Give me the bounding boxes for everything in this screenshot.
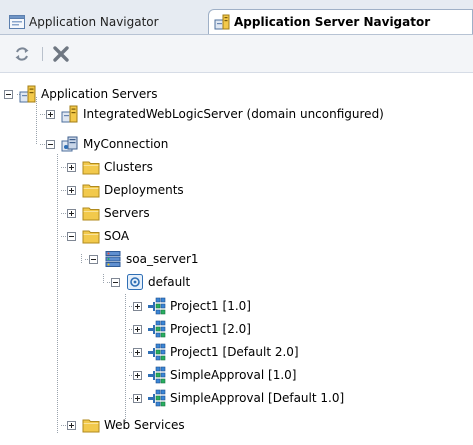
tree-node-project1-default-2-0[interactable]: Project1 [Default 2.0] xyxy=(133,342,299,362)
tree-node-label: Project1 [Default 2.0] xyxy=(170,345,299,359)
collapse-toggle[interactable] xyxy=(67,231,76,241)
tab-application-navigator[interactable]: Application Navigator xyxy=(4,9,200,34)
tree-node-soa-server1[interactable]: soa_server1 xyxy=(89,249,199,269)
delete-x-icon[interactable] xyxy=(52,45,70,63)
tree-node-label: Project1 [1.0] xyxy=(170,299,251,313)
server-stack-icon xyxy=(61,105,78,123)
expand-toggle[interactable] xyxy=(46,109,55,119)
application-navigator-icon xyxy=(9,14,25,29)
tree-node-label: Deployments xyxy=(104,183,184,197)
expand-toggle[interactable] xyxy=(133,370,142,380)
tree-node-label: Servers xyxy=(104,206,150,220)
tree-node-label: default xyxy=(148,275,191,289)
composite-icon xyxy=(148,343,166,361)
tree-node-deployments[interactable]: Deployments xyxy=(67,180,184,200)
tree-node-myconnection[interactable]: MyConnection xyxy=(46,134,168,154)
tab-application-navigator-label: Application Navigator xyxy=(29,14,159,29)
folder-icon xyxy=(82,184,100,198)
tree-node-label: Project1 [2.0] xyxy=(170,322,251,336)
navigator-toolbar xyxy=(0,35,473,73)
toolbar-separator xyxy=(42,47,43,61)
tree-node-application-servers[interactable]: Application Servers xyxy=(4,84,157,104)
tree-node-soa[interactable]: SOA xyxy=(67,226,129,246)
application-server-navigator-icon xyxy=(214,14,230,30)
tree-node-servers[interactable]: Servers xyxy=(67,203,150,223)
collapse-toggle[interactable] xyxy=(89,254,98,264)
composite-icon xyxy=(148,389,166,407)
tree-node-label: SOA xyxy=(104,229,130,243)
composite-icon xyxy=(148,366,166,384)
tree-node-project1-1-0[interactable]: Project1 [1.0] xyxy=(133,296,251,316)
expand-toggle[interactable] xyxy=(133,347,142,357)
tree-node-web-services[interactable]: Web Services xyxy=(67,415,185,435)
composite-icon xyxy=(148,297,166,315)
expand-toggle[interactable] xyxy=(67,208,76,218)
soa-server-icon xyxy=(105,251,121,267)
folder-icon xyxy=(82,207,100,221)
folder-icon xyxy=(82,161,100,175)
partition-icon xyxy=(127,274,143,290)
expand-toggle[interactable] xyxy=(67,162,76,172)
tree-node-label: Web Services xyxy=(104,418,185,432)
tree-node-label: IntegratedWebLogicServer (domain unconfi… xyxy=(83,107,384,121)
expand-toggle[interactable] xyxy=(133,393,142,403)
navigator-tab-bar: Application Navigator Application Server… xyxy=(0,0,473,35)
tree-node-project1-2-0[interactable]: Project1 [2.0] xyxy=(133,319,251,339)
server-tree: Application Servers IntegratedWebLogicSe… xyxy=(0,72,473,445)
collapse-toggle[interactable] xyxy=(46,139,55,149)
tree-node-label: MyConnection xyxy=(83,137,169,151)
tree-node-label: soa_server1 xyxy=(126,252,199,266)
tab-application-server-navigator-label: Application Server Navigator xyxy=(234,15,431,29)
expand-toggle[interactable] xyxy=(133,324,142,334)
expand-toggle[interactable] xyxy=(133,301,142,311)
tree-node-label: SimpleApproval [Default 1.0] xyxy=(170,391,345,405)
tree-node-simpleapproval-1-0[interactable]: SimpleApproval [1.0] xyxy=(133,365,296,385)
tree-node-label: SimpleApproval [1.0] xyxy=(170,368,297,382)
expand-toggle[interactable] xyxy=(67,420,76,430)
expand-toggle[interactable] xyxy=(67,185,76,195)
tree-node-integrated-weblogic-server[interactable]: IntegratedWebLogicServer (domain unconfi… xyxy=(46,104,384,124)
composite-icon xyxy=(148,320,166,338)
tree-node-label: Clusters xyxy=(104,160,153,174)
folder-icon xyxy=(82,419,100,433)
tree-node-default[interactable]: default xyxy=(111,272,190,292)
connection-icon xyxy=(61,136,78,152)
tree-node-clusters[interactable]: Clusters xyxy=(67,157,153,177)
refresh-icon[interactable] xyxy=(13,45,31,63)
server-stack-icon xyxy=(19,85,36,103)
folder-icon xyxy=(82,230,100,244)
tab-application-server-navigator[interactable]: Application Server Navigator xyxy=(208,9,473,34)
collapse-toggle[interactable] xyxy=(4,89,13,99)
tree-node-simpleapproval-default-1-0[interactable]: SimpleApproval [Default 1.0] xyxy=(133,388,344,408)
tree-node-label: Application Servers xyxy=(41,87,158,101)
collapse-toggle[interactable] xyxy=(111,277,120,287)
